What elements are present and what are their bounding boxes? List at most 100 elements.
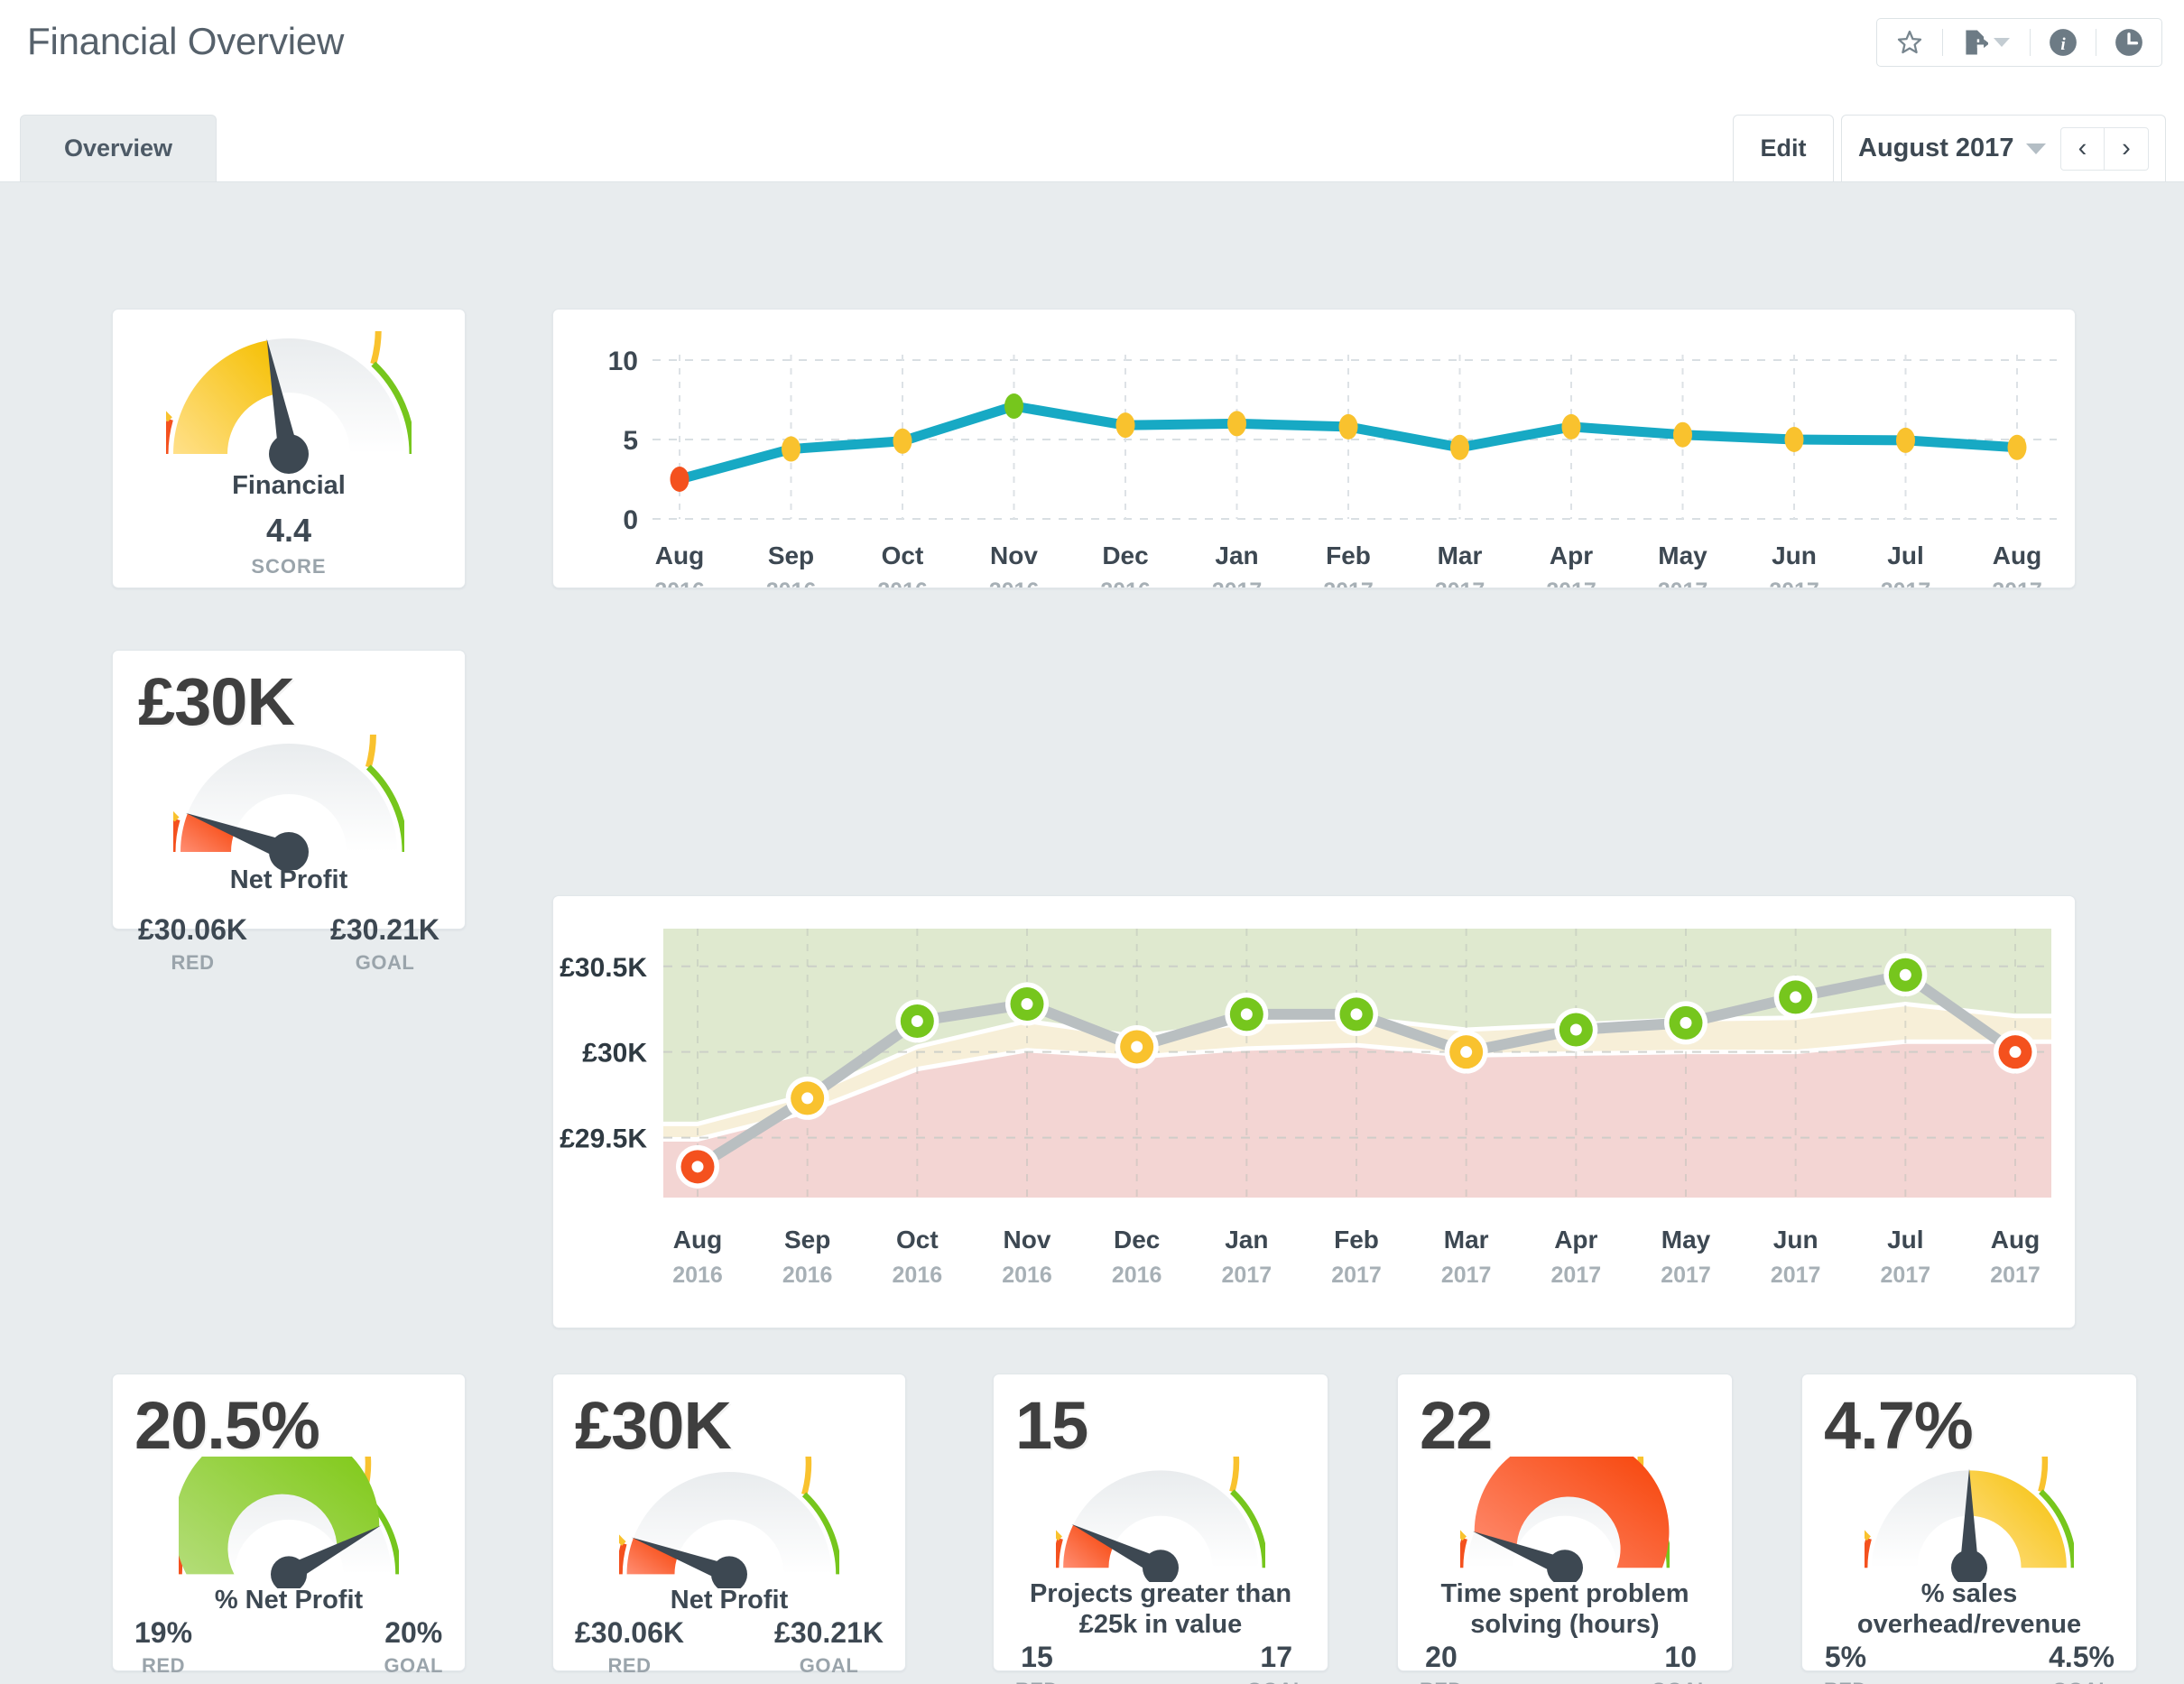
svg-text:Mar: Mar bbox=[1444, 1226, 1489, 1254]
gauge-title: % sales overhead/revenue bbox=[1856, 1579, 2082, 1640]
svg-text:2016: 2016 bbox=[1112, 1263, 1162, 1288]
export-icon[interactable] bbox=[1943, 19, 2030, 66]
period-label[interactable]: August 2017 bbox=[1858, 134, 2013, 163]
svg-text:2017: 2017 bbox=[1323, 578, 1374, 588]
red-threshold-label: RED bbox=[1824, 1679, 1867, 1684]
svg-text:2016: 2016 bbox=[1002, 1263, 1052, 1288]
goal-threshold-value: 17 bbox=[1260, 1640, 1293, 1673]
kpi-gauge bbox=[1865, 1457, 2074, 1583]
svg-text:2017: 2017 bbox=[1551, 1263, 1602, 1288]
goal-threshold-label: GOAL bbox=[1651, 1679, 1710, 1684]
svg-text:2017: 2017 bbox=[1658, 578, 1708, 588]
thresholds: 20 RED 10 GOAL bbox=[1420, 1641, 1710, 1684]
score-value: 4.4 bbox=[265, 512, 312, 550]
red-threshold-label: RED bbox=[607, 1653, 652, 1677]
svg-text:Nov: Nov bbox=[990, 541, 1038, 569]
svg-text:10: 10 bbox=[608, 347, 638, 376]
svg-text:Sep: Sep bbox=[784, 1226, 830, 1254]
kpi-gauge-card: 15 Projects greater than £25k in value 15… bbox=[993, 1374, 1328, 1684]
svg-text:2016: 2016 bbox=[782, 1263, 833, 1288]
kpi-gauge bbox=[1460, 1457, 1670, 1583]
svg-text:£30.5K: £30.5K bbox=[560, 953, 647, 983]
goal-threshold-label: GOAL bbox=[355, 951, 415, 975]
svg-text:i: i bbox=[2060, 35, 2066, 54]
score-trend-line-chart: 0 5 10 Aug 2016 Sep 2016 Oct 2016 Nov 2016 Dec 2016 J… bbox=[553, 310, 2075, 588]
period-nav: ‹ › bbox=[2060, 126, 2149, 171]
red-threshold: 20 RED bbox=[1420, 1641, 1463, 1684]
svg-text:2017: 2017 bbox=[1881, 1263, 1931, 1288]
kpi-headline: 20.5% bbox=[134, 1388, 320, 1463]
svg-text:May: May bbox=[1661, 1226, 1711, 1254]
kpi-gauge-card: 20.5% % Net Profit 19% RED 20% GOAL bbox=[112, 1374, 466, 1677]
goal-threshold-label: GOAL bbox=[384, 1653, 443, 1677]
svg-text:Oct: Oct bbox=[896, 1226, 939, 1254]
gauge-title: Time spent problem solving (hours) bbox=[1440, 1579, 1689, 1640]
kpi-headline: £30K bbox=[575, 1388, 732, 1463]
svg-text:2017: 2017 bbox=[1771, 1263, 1821, 1288]
chevron-down-icon[interactable] bbox=[2026, 143, 2047, 154]
gauge-title: Financial bbox=[232, 471, 346, 500]
svg-text:2016: 2016 bbox=[766, 578, 817, 588]
net-profit-gauge bbox=[173, 735, 404, 870]
svg-text:Jul: Jul bbox=[1887, 541, 1923, 569]
svg-text:Jun: Jun bbox=[1772, 541, 1817, 569]
edit-button[interactable]: Edit bbox=[1733, 115, 1834, 181]
red-threshold: 5% RED bbox=[1824, 1641, 1867, 1684]
tab-bar: Overview Edit August 2017 ‹ › bbox=[0, 104, 2184, 181]
goal-threshold: £30.21K GOAL bbox=[774, 1616, 884, 1678]
tab-overview[interactable]: Overview bbox=[20, 115, 217, 181]
thresholds: 5% RED 4.5% GOAL bbox=[1824, 1641, 2115, 1684]
score-unit-label: SCORE bbox=[251, 555, 327, 578]
svg-text:2017: 2017 bbox=[1769, 578, 1819, 588]
svg-text:Jul: Jul bbox=[1887, 1226, 1923, 1254]
svg-text:2017: 2017 bbox=[1992, 578, 2042, 588]
kpi-gauge-card: 22 Time spent problem solving (hours) 20 … bbox=[1397, 1374, 1733, 1684]
history-icon[interactable] bbox=[2096, 19, 2161, 66]
svg-text:2017: 2017 bbox=[1212, 578, 1263, 588]
red-threshold-label: RED bbox=[1015, 1679, 1059, 1684]
financial-score-gauge bbox=[166, 331, 412, 474]
svg-text:2016: 2016 bbox=[672, 1263, 723, 1288]
svg-text:2017: 2017 bbox=[1881, 578, 1931, 588]
svg-text:5: 5 bbox=[623, 426, 638, 456]
kpi-gauge-card: £30K Net Profit £30.06K RED £30.21K GOAL bbox=[552, 1374, 906, 1677]
net-profit-area-chart-card: £29.5K £30K £30.5K Aug 2016 Sep 2016 Oct 2016 Nov… bbox=[552, 895, 2076, 1328]
svg-text:Feb: Feb bbox=[1326, 541, 1371, 569]
info-icon[interactable]: i bbox=[2031, 19, 2096, 66]
net-profit-headline: £30K bbox=[138, 664, 295, 739]
thresholds: £30.06K RED £30.21K GOAL bbox=[575, 1616, 884, 1678]
red-threshold: 19% RED bbox=[134, 1616, 192, 1678]
star-icon[interactable] bbox=[1877, 19, 1942, 66]
score-trend-chart-card: 0 5 10 Aug 2016 Sep 2016 Oct 2016 Nov 2016 Dec 2016 J… bbox=[552, 309, 2076, 588]
red-threshold-value: 15 bbox=[1021, 1640, 1053, 1673]
red-threshold-value: 5% bbox=[1824, 1640, 1867, 1673]
gauge-title: Net Profit bbox=[670, 1586, 789, 1615]
svg-text:2016: 2016 bbox=[1100, 578, 1151, 588]
svg-text:Mar: Mar bbox=[1438, 541, 1483, 569]
svg-text:Nov: Nov bbox=[1004, 1226, 1051, 1254]
svg-text:2017: 2017 bbox=[1435, 578, 1485, 588]
svg-text:Apr: Apr bbox=[1554, 1226, 1597, 1254]
page-title: Financial Overview bbox=[27, 20, 345, 62]
thresholds: 15 RED 17 GOAL bbox=[1015, 1641, 1306, 1684]
kpi-headline: 15 bbox=[1015, 1388, 1088, 1463]
svg-text:2017: 2017 bbox=[1546, 578, 1596, 588]
svg-text:Sep: Sep bbox=[768, 541, 814, 569]
goal-threshold-label: GOAL bbox=[1246, 1679, 1306, 1684]
goal-threshold: 20% GOAL bbox=[384, 1616, 443, 1678]
red-threshold-label: RED bbox=[171, 951, 215, 975]
red-threshold-label: RED bbox=[1420, 1679, 1463, 1684]
next-period-button[interactable]: › bbox=[2105, 128, 2148, 170]
net-profit-gauge-card: £30K Net Profit £30.06K RED £30.21K GOAL bbox=[112, 650, 466, 974]
chevron-down-icon[interactable] bbox=[1993, 38, 2010, 47]
goal-threshold-value: £30.21K bbox=[774, 1615, 884, 1649]
goal-threshold-value: 10 bbox=[1664, 1640, 1698, 1673]
goal-threshold: 17 GOAL bbox=[1246, 1641, 1306, 1684]
header-toolbar: i bbox=[1876, 18, 2162, 67]
svg-text:Aug: Aug bbox=[1991, 1226, 2040, 1254]
red-threshold-label: RED bbox=[142, 1653, 185, 1677]
thresholds: £30.06K RED £30.21K GOAL bbox=[138, 913, 440, 975]
svg-text:2017: 2017 bbox=[1331, 1263, 1382, 1288]
prev-period-button[interactable]: ‹ bbox=[2061, 127, 2105, 170]
svg-text:Jan: Jan bbox=[1215, 541, 1258, 569]
